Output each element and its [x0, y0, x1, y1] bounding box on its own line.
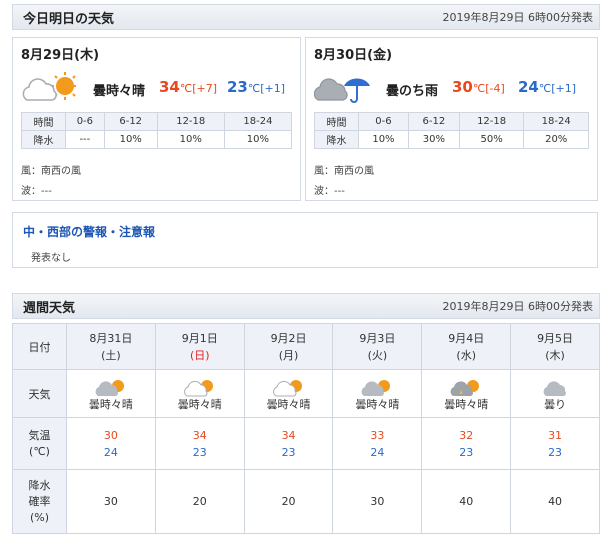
forecast-date: 8月29日(木) — [21, 48, 100, 63]
issued-time: 2019年8月29日 6時00分発表 — [442, 11, 593, 24]
weekly-date-cell: 9月2日 (月) — [243, 323, 334, 370]
row-label: 降水 確率 (%) — [12, 469, 67, 534]
weekly-temp-cell: 30 24 — [66, 417, 156, 470]
issued-time: 2019年8月29日 6時00分発表 — [442, 300, 593, 313]
weekly-rain-cell: 30 — [66, 469, 156, 534]
wind-info: 風：南西の風 — [314, 166, 374, 177]
cloudy-sunny-icon — [95, 379, 124, 396]
weekly-weather-cell: 曇時々晴 — [332, 369, 423, 418]
weekly-temperature-row: 気温 (℃) 30 24 34 23 34 23 33 24 32 23 31 23 — [12, 417, 600, 470]
section-title: 週間天気 — [23, 300, 76, 316]
wave-info: 波：--- — [314, 186, 345, 197]
row-label: 日付 — [12, 323, 67, 370]
weekly-temp-cell: 32 23 — [421, 417, 512, 470]
wave-info: 波：--- — [21, 186, 52, 197]
row-label: 天気 — [12, 369, 67, 418]
weekly-temp-cell: 31 23 — [510, 417, 600, 470]
cloudy-then-sunny-icon — [22, 72, 76, 101]
day-forecast-today: 8月29日(木) 曇時々晴 34℃[+7] 23℃[+1] 時間 0-6 6-12 1… — [12, 37, 301, 201]
cloudy-then-rain-icon — [314, 78, 370, 103]
weekly-rain-cell: 20 — [243, 469, 334, 534]
weekly-date-cell: 8月31日 (土) — [66, 323, 156, 370]
day-forecast-tomorrow: 8月30日(金) 曇のち雨 30℃[-4] 24℃[+1] 時間 0-6 6-12 1… — [305, 37, 598, 201]
cloudy-sunny-icon — [183, 379, 213, 396]
weekly-forecast-table: 日付 8月31日 (土) 9月1日 (日) 9月2日 (月) 9月3日 (火) 9月4日… — [12, 323, 600, 534]
weekly-rain-cell: 40 — [421, 469, 512, 534]
weekly-weather-cell: 曇時々晴 — [66, 369, 156, 418]
warnings-link[interactable]: 中・西部の警報・注意報 — [23, 223, 155, 240]
high-temp: 34℃[+7] — [159, 78, 218, 96]
weekly-rain-row: 降水 確率 (%) 30 20 20 30 40 40 — [12, 469, 600, 534]
weekly-date-cell: 9月3日 (火) — [332, 323, 423, 370]
weekly-temp-cell: 34 23 — [154, 417, 245, 470]
forecast-condition: 曇時々晴 — [93, 84, 146, 99]
weekly-header: 週間天気 2019年8月29日 6時00分発表 — [12, 293, 600, 319]
rain-probability-table: 時間 0-6 6-12 12-18 18-24 降水 10% 30% 50% 20% — [314, 112, 589, 149]
weekly-weather-cell: 曇時々晴 — [421, 369, 512, 418]
cloudy-sunny-rain-icon — [450, 379, 480, 396]
rain-table-row: 降水 10% 30% 50% 20% — [314, 130, 589, 149]
low-temp: 24℃[+1] — [518, 78, 577, 96]
weekly-rain-cell: 30 — [332, 469, 423, 534]
section-title: 今日明日の天気 — [23, 11, 115, 27]
row-label: 気温 (℃) — [12, 417, 67, 470]
wind-info: 風：南西の風 — [21, 166, 81, 177]
rain-table-header: 時間 0-6 6-12 12-18 18-24 — [314, 112, 589, 131]
cloudy-icon — [543, 380, 567, 396]
warnings-status: 発表なし — [31, 253, 71, 264]
forecast-condition: 曇のち雨 — [386, 84, 439, 99]
rain-table-header: 時間 0-6 6-12 12-18 18-24 — [21, 112, 293, 131]
weekly-weather-cell: 曇時々晴 — [243, 369, 334, 418]
rain-table-row: 降水 --- 10% 10% 10% — [21, 130, 293, 149]
weekly-date-cell: 9月4日 (水) — [421, 323, 512, 370]
weekly-temp-cell: 33 24 — [332, 417, 423, 470]
weekly-weather-cell: 曇時々晴 — [154, 369, 245, 418]
cloudy-sunny-icon — [361, 379, 391, 396]
weekly-weather-cell: 曇り — [510, 369, 600, 418]
weekly-temp-cell: 34 23 — [243, 417, 334, 470]
cloudy-sunny-icon — [272, 379, 302, 396]
weekly-weather-row: 天気 曇時々晴 曇時々晴 曇時々晴 曇時々晴 曇時々晴 曇り — [12, 369, 600, 418]
weekly-date-cell: 9月1日 (日) — [154, 323, 245, 370]
forecast-date: 8月30日(金) — [314, 48, 393, 63]
weekly-rain-cell: 20 — [154, 469, 245, 534]
weekly-date-cell: 9月5日 (木) — [510, 323, 600, 370]
warnings-panel: 中・西部の警報・注意報 発表なし — [12, 212, 598, 268]
rain-probability-table: 時間 0-6 6-12 12-18 18-24 降水 --- 10% 10% 10% — [21, 112, 293, 149]
high-temp: 30℃[-4] — [452, 78, 505, 96]
weekly-rain-cell: 40 — [510, 469, 600, 534]
today-tomorrow-header: 今日明日の天気 2019年8月29日 6時00分発表 — [12, 4, 600, 30]
weekly-date-row: 日付 8月31日 (土) 9月1日 (日) 9月2日 (月) 9月3日 (火) 9月4日… — [12, 323, 600, 370]
low-temp: 23℃[+1] — [227, 78, 286, 96]
